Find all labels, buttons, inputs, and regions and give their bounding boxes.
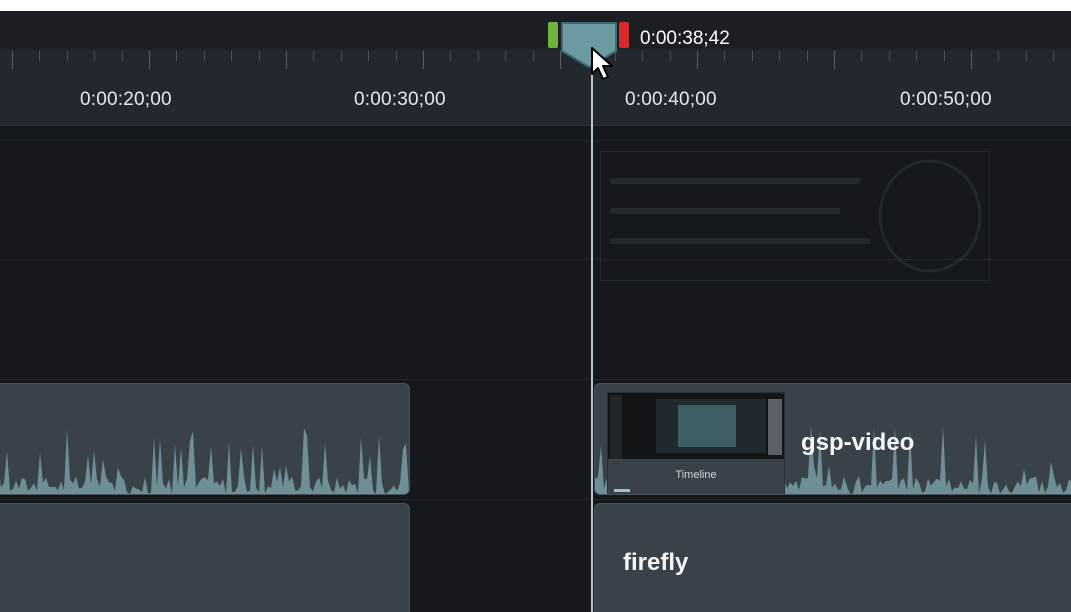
ruler-tick	[176, 51, 178, 61]
ruler-tick	[39, 51, 41, 61]
ruler-tick	[916, 51, 918, 61]
ruler-label: 0:00:30;00	[354, 89, 446, 110]
ruler-label: 0:00:50;00	[900, 89, 992, 110]
ruler-tick	[149, 51, 150, 69]
ruler-tick	[779, 51, 781, 61]
ruler-tick	[697, 51, 698, 69]
watermark-graphic	[600, 151, 990, 281]
ruler-tick	[477, 51, 479, 61]
ruler-tick	[751, 51, 753, 61]
ruler-tick	[340, 51, 342, 61]
video-clip[interactable]: Timeline gsp-video	[594, 383, 1071, 495]
thumbnail-caption: Timeline	[675, 469, 717, 481]
ruler-tick	[121, 51, 123, 61]
ruler-tick	[395, 51, 397, 61]
timeline-panel: 0:00:20;00 0:00:30;00 0:00:40;00 0:00:50…	[0, 11, 1071, 612]
ruler-tick	[231, 51, 233, 61]
ruler-tick	[806, 51, 808, 61]
audio-clip-left[interactable]	[0, 503, 410, 612]
ruler-tick	[998, 51, 1000, 61]
ruler-tick	[1025, 51, 1027, 61]
timeline-header-strip	[0, 11, 1071, 49]
ruler-tick	[532, 51, 534, 61]
ruler-tick	[971, 51, 972, 69]
ruler-tick	[834, 51, 835, 69]
ruler-tick	[203, 51, 205, 61]
clip-name: firefly	[623, 549, 689, 576]
ruler-tick	[669, 51, 671, 61]
time-ruler[interactable]: 0:00:20;00 0:00:30;00 0:00:40;00 0:00:50…	[0, 49, 1071, 126]
ruler-tick	[258, 51, 260, 61]
clip-name: gsp-video	[801, 429, 915, 456]
ruler-tick	[505, 51, 507, 61]
ruler-tick	[423, 51, 424, 69]
ruler-tick	[286, 51, 287, 69]
waveform-path	[0, 428, 409, 494]
clip-thumbnail: Timeline	[607, 392, 785, 494]
audio-clip[interactable]: firefly	[594, 503, 1071, 612]
ruler-label: 0:00:20;00	[80, 89, 172, 110]
ruler-tick	[12, 51, 13, 69]
ruler-tick	[861, 51, 863, 61]
ruler-tick	[313, 51, 315, 61]
ruler-tick	[368, 51, 370, 61]
ruler-tick	[888, 51, 890, 61]
waveform	[0, 428, 409, 494]
ruler-tick	[66, 51, 68, 61]
ruler-tick	[450, 51, 452, 61]
out-point-marker[interactable]	[619, 22, 629, 48]
ruler-tick	[724, 51, 726, 61]
audio-waveform-clip[interactable]	[0, 383, 410, 495]
ruler-tick	[642, 51, 644, 61]
ruler-tick	[943, 51, 945, 61]
playhead-line[interactable]	[591, 49, 593, 612]
mouse-pointer-icon	[591, 47, 613, 80]
ruler-label: 0:00:40;00	[625, 89, 717, 110]
ruler-tick	[94, 51, 96, 61]
ruler-tick	[1053, 51, 1055, 61]
in-point-marker[interactable]	[548, 22, 558, 48]
current-time-readout: 0:00:38;42	[640, 28, 730, 49]
